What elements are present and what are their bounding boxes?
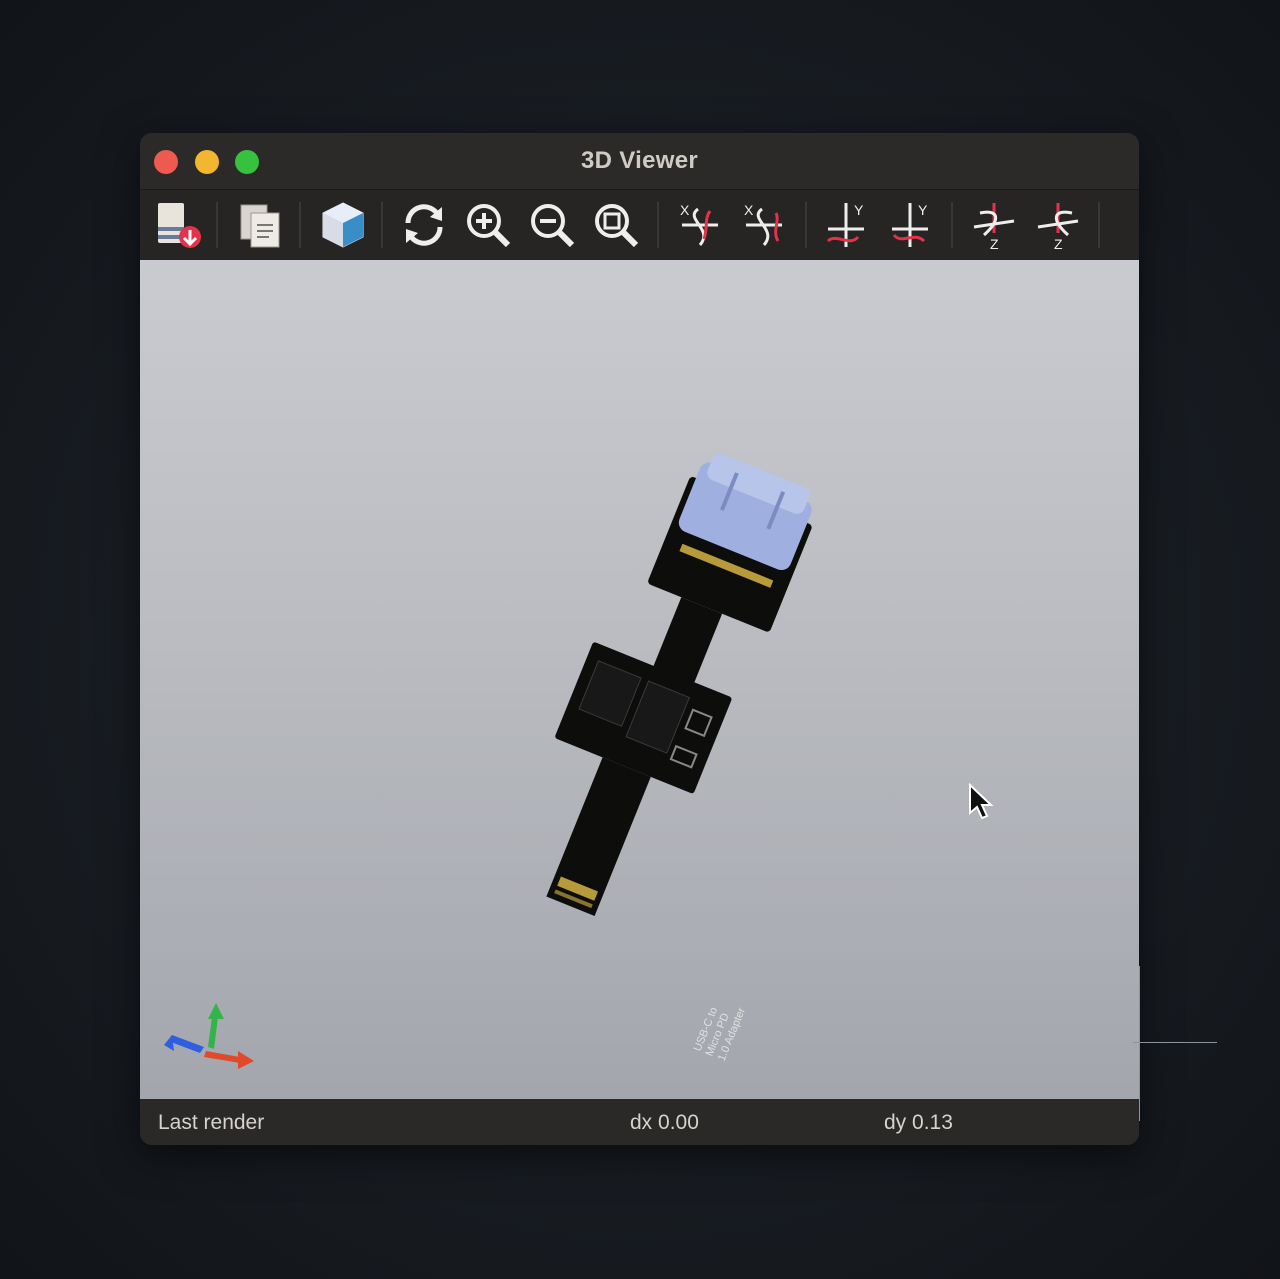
zoom-in-button[interactable] (460, 198, 516, 252)
rotate-x-ccw-button[interactable]: X (736, 198, 792, 252)
rotate-z-ccw-button[interactable]: Z (1030, 198, 1086, 252)
zoom-out-icon (531, 204, 575, 248)
mouse-cursor-icon (969, 783, 994, 820)
reload-button[interactable] (396, 198, 452, 252)
rotate-z-ccw-icon: Z (1037, 203, 1079, 251)
status-dy: dy 0.13 (884, 1111, 953, 1134)
rotate-y-cw-button[interactable]: Y (818, 198, 874, 252)
rotate-z-cw-icon: Z (973, 203, 1015, 251)
svg-text:X: X (744, 202, 754, 218)
window-title: 3D Viewer (581, 147, 698, 174)
zoom-fit-button[interactable] (588, 198, 644, 252)
zoom-out-button[interactable] (524, 198, 580, 252)
zoom-in-icon (467, 204, 511, 248)
svg-text:X: X (680, 202, 690, 218)
copy-icon (240, 204, 280, 248)
statusbar: Last render dx 0.00 dy 0.13 (140, 1099, 1139, 1145)
status-last-render: Last render (158, 1111, 265, 1134)
3d-viewport[interactable]: USB-C to Micro PD 1.0 Adapter (140, 260, 1139, 1099)
toolbar: X X Y Y Z Z (140, 190, 1139, 260)
titlebar: 3D Viewer (140, 133, 1139, 190)
viewer-window: 3D Viewer X X Y Y Z Z USB-C to Micro PD … (140, 133, 1139, 1145)
pcb-model: USB-C to Micro PD 1.0 Adapter (546, 453, 812, 1063)
export-image-icon (158, 203, 201, 248)
rotate-y-ccw-button[interactable]: Y (882, 198, 938, 252)
rotate-y-cw-icon: Y (826, 202, 864, 247)
crosshair-vertical (1139, 966, 1140, 1121)
reload-icon (405, 204, 443, 246)
rotate-y-ccw-icon: Y (892, 202, 928, 247)
export-image-button[interactable] (150, 198, 206, 252)
zoom-fit-icon (595, 204, 639, 248)
rotate-x-cw-icon: X (680, 202, 718, 246)
raytrace-icon (322, 202, 364, 248)
rotate-z-cw-button[interactable]: Z (966, 198, 1022, 252)
raytrace-button[interactable] (315, 198, 371, 252)
svg-text:Y: Y (918, 202, 928, 218)
status-dx: dx 0.00 (630, 1111, 699, 1134)
svg-text:Y: Y (854, 202, 864, 218)
svg-text:Z: Z (990, 236, 999, 251)
crosshair-horizontal (1133, 1042, 1217, 1043)
axis-gizmo (164, 1003, 254, 1069)
copy-button[interactable] (233, 198, 289, 252)
svg-text:Z: Z (1054, 236, 1063, 251)
rotate-x-ccw-icon: X (744, 202, 782, 246)
rotate-x-cw-button[interactable]: X (672, 198, 728, 252)
